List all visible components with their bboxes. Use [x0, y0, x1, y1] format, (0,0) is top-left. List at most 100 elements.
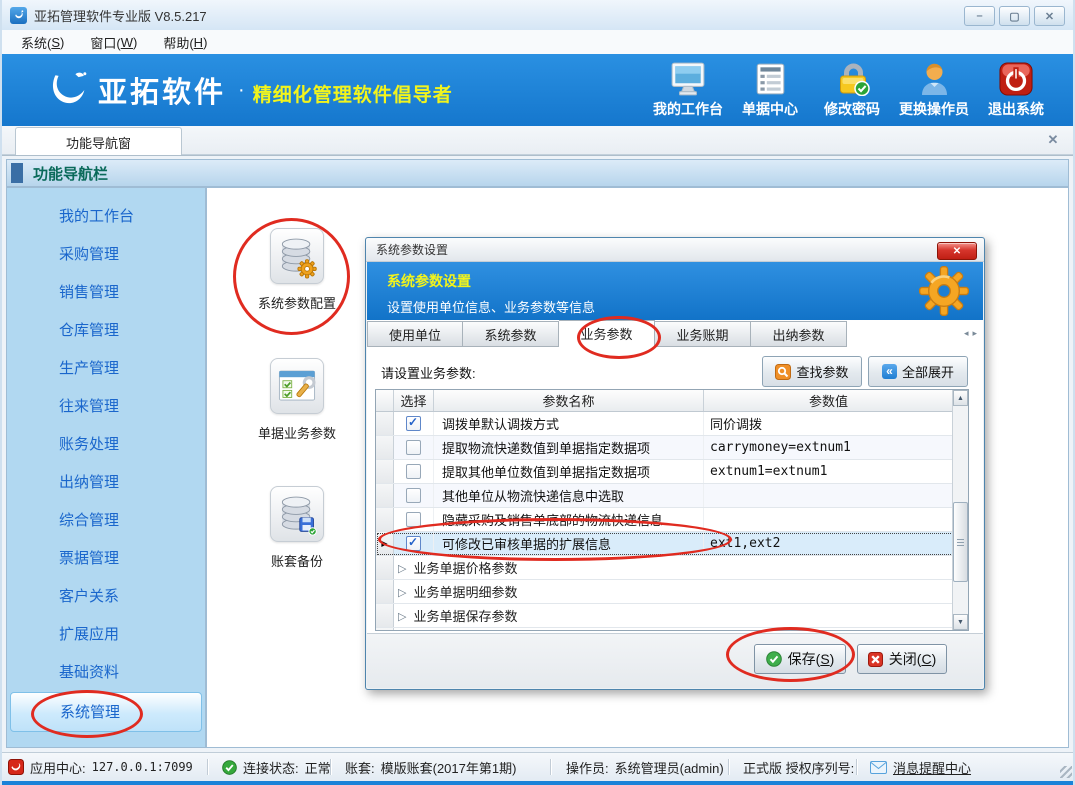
table-group-row[interactable]: 业务单据审核参数	[376, 628, 968, 631]
status-message-center[interactable]: 消息提醒中心	[870, 753, 971, 781]
table-header-row: 选择 参数名称 参数值	[376, 390, 968, 412]
power-icon	[998, 62, 1034, 96]
lock-icon	[834, 62, 871, 96]
checklist-wrench-icon	[275, 364, 319, 408]
gear-icon	[917, 264, 971, 323]
table-row[interactable]: 其他单位从物流快递信息中选取	[376, 484, 968, 508]
toolbar-my-workbench[interactable]: 我的工作台	[647, 62, 729, 119]
table-group-row[interactable]: 业务单据保存参数	[376, 604, 968, 628]
table-row-selected[interactable]: 可修改已审核单据的扩展信息 ext1,ext2	[376, 532, 968, 556]
close-button[interactable]: ✕	[1034, 6, 1065, 26]
banner-subtitle: 设置使用单位信息、业务参数等信息	[387, 297, 983, 316]
table-row[interactable]: 隐藏采购及销售单底部的物流快递信息	[376, 508, 968, 532]
panel-accent-icon	[11, 163, 23, 183]
resize-grip[interactable]	[1060, 766, 1072, 778]
expand-triangle-icon[interactable]	[398, 608, 406, 623]
header-toolbar: 我的工作台 单据中心 修改密码	[647, 62, 1057, 119]
tab-scroll-right-icon[interactable]	[972, 328, 977, 339]
menu-system[interactable]: 系统(S)	[8, 30, 77, 54]
dialog-body: 请设置业务参数: 查找参数 全部展开 选择 参数名称 参数值 调	[367, 347, 983, 636]
dialog-titlebar[interactable]: 系统参数设置	[366, 238, 984, 262]
window-bottom-edge	[0, 781, 1075, 785]
envelope-icon	[870, 761, 887, 774]
table-row[interactable]: 调拨单默认调拨方式 同价调拨	[376, 412, 968, 436]
table-group-row[interactable]: 业务单据明细参数	[376, 580, 968, 604]
shortcut-system-params-config[interactable]: 系统参数配置	[237, 228, 357, 312]
row-checkbox[interactable]	[406, 512, 421, 527]
tab-using-unit[interactable]: 使用单位	[367, 321, 463, 347]
brand-slogan: 精细化管理软件倡导者	[253, 74, 453, 107]
sidebar-item-accounting[interactable]: 账务处理	[7, 426, 205, 464]
connection-ok-icon	[222, 760, 237, 775]
toolbar-exit-system[interactable]: 退出系统	[975, 62, 1057, 119]
minimize-button[interactable]: –	[964, 6, 995, 26]
menu-help[interactable]: 帮助(H)	[150, 30, 220, 54]
tab-business-params[interactable]: 业务参数	[559, 320, 655, 347]
dialog-footer: 保存(S) 关闭(C)	[367, 633, 983, 688]
menu-bar: 系统(S) 窗口(W) 帮助(H)	[0, 30, 1075, 54]
expand-triangle-icon[interactable]	[398, 560, 406, 575]
table-group-row[interactable]: 业务单据价格参数	[376, 556, 968, 580]
expand-triangle-icon[interactable]	[398, 584, 406, 599]
sidebar-item-bills[interactable]: 票据管理	[7, 540, 205, 578]
close-dialog-button[interactable]: 关闭(C)	[857, 644, 947, 674]
user-icon	[917, 62, 952, 96]
tab-system-params[interactable]: 系统参数	[463, 321, 559, 347]
database-gear-icon	[275, 233, 319, 279]
sidebar-item-contacts[interactable]: 往来管理	[7, 388, 205, 426]
double-arrow-left-icon	[882, 364, 897, 379]
brand-dot: ·	[238, 79, 245, 102]
sidebar-item-my-workbench[interactable]: 我的工作台	[7, 198, 205, 236]
scrollbar-thumb[interactable]	[953, 502, 968, 582]
shortcut-account-backup[interactable]: 账套备份	[237, 486, 357, 570]
documents-icon	[753, 62, 787, 96]
panel-title: 功能导航栏	[33, 163, 108, 184]
tab-close-icon[interactable]	[1045, 132, 1061, 148]
row-checkbox[interactable]	[406, 536, 421, 551]
brand-name: 亚拓软件	[98, 69, 226, 111]
menu-window[interactable]: 窗口(W)	[77, 30, 150, 54]
sidebar-item-purchase[interactable]: 采购管理	[7, 236, 205, 274]
sidebar-item-warehouse[interactable]: 仓库管理	[7, 312, 205, 350]
navigation-sidebar: 我的工作台 采购管理 销售管理 仓库管理 生产管理 往来管理 账务处理 出纳管理…	[6, 187, 206, 748]
table-row[interactable]: 提取物流快递数值到单据指定数据项 carrymoney=extnum1	[376, 436, 968, 460]
table-row[interactable]: 提取其他单位数值到单据指定数据项 extnum1=extnum1	[376, 460, 968, 484]
sidebar-item-basic-data[interactable]: 基础资料	[7, 654, 205, 692]
sidebar-item-comprehensive[interactable]: 综合管理	[7, 502, 205, 540]
vertical-scrollbar[interactable]	[952, 390, 968, 630]
sidebar-item-system-management[interactable]: 系统管理	[10, 692, 202, 732]
row-checkbox[interactable]	[406, 488, 421, 503]
toolbar-switch-operator[interactable]: 更换操作员	[893, 62, 975, 119]
col-param-name: 参数名称	[434, 390, 704, 411]
row-checkbox[interactable]	[406, 416, 421, 431]
window-titlebar[interactable]: 亚拓管理软件专业版 V8.5.217 – ▢ ✕	[0, 0, 1075, 30]
status-connection: 连接状态: 正常	[222, 753, 331, 781]
scroll-up-icon[interactable]	[953, 390, 968, 406]
sidebar-item-extensions[interactable]: 扩展应用	[7, 616, 205, 654]
find-params-button[interactable]: 查找参数	[762, 356, 862, 387]
save-button[interactable]: 保存(S)	[754, 644, 846, 674]
dialog-close-button[interactable]	[937, 242, 977, 260]
toolbar-document-center[interactable]: 单据中心	[729, 62, 811, 119]
sidebar-item-sales[interactable]: 销售管理	[7, 274, 205, 312]
row-checkbox[interactable]	[406, 440, 421, 455]
sidebar-item-crm[interactable]: 客户关系	[7, 578, 205, 616]
tab-cashier-params[interactable]: 出纳参数	[751, 321, 847, 347]
params-table: 选择 参数名称 参数值 调拨单默认调拨方式 同价调拨 提取物流快递数值到单据指定…	[375, 389, 969, 631]
tab-business-period[interactable]: 业务账期	[655, 321, 751, 347]
brand-logo-icon	[46, 71, 88, 109]
scroll-down-icon[interactable]	[953, 614, 968, 630]
search-icon	[775, 364, 791, 380]
sidebar-item-cashier[interactable]: 出纳管理	[7, 464, 205, 502]
sidebar-item-production[interactable]: 生产管理	[7, 350, 205, 388]
monitor-icon	[670, 62, 706, 96]
app-header: 亚拓软件 · 精细化管理软件倡导者 我的工作台 单据中心	[0, 54, 1075, 126]
shortcut-document-business-params[interactable]: 单据业务参数	[237, 358, 357, 442]
toolbar-change-password[interactable]: 修改密码	[811, 62, 893, 119]
maximize-button[interactable]: ▢	[999, 6, 1030, 26]
tab-scroll-left-icon[interactable]	[964, 328, 969, 339]
row-checkbox[interactable]	[406, 464, 421, 479]
expand-all-button[interactable]: 全部展开	[868, 356, 968, 387]
tab-function-navigator[interactable]: 功能导航窗	[15, 127, 182, 156]
message-center-link[interactable]: 消息提醒中心	[893, 758, 971, 777]
